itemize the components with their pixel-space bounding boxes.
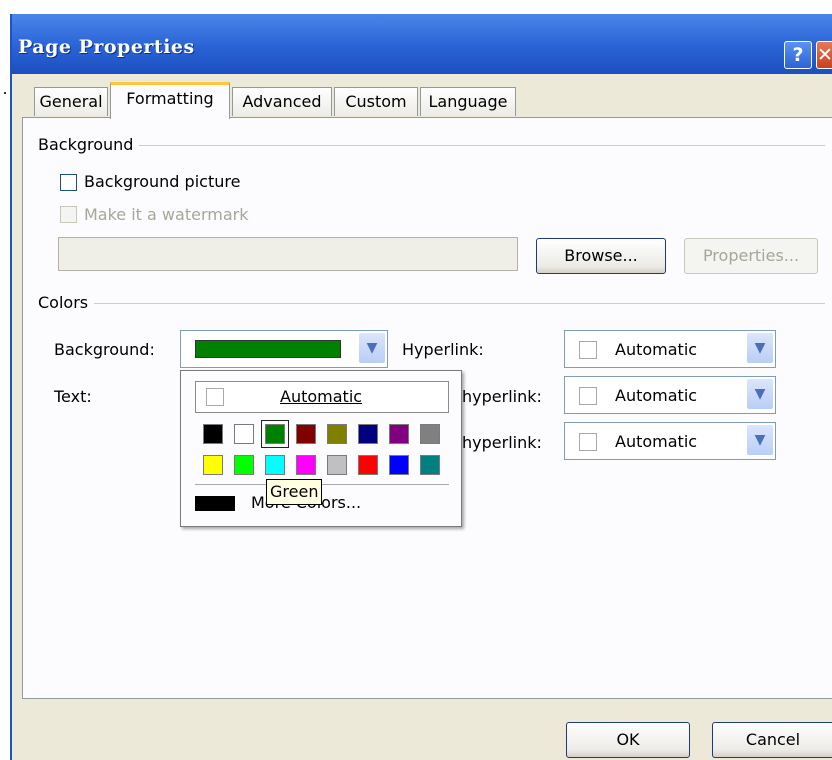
color-swatch bbox=[206, 388, 224, 406]
color-tooltip: Green bbox=[266, 479, 323, 505]
color-swatch[interactable] bbox=[234, 424, 254, 444]
chevron-down-icon[interactable]: ▼ bbox=[359, 333, 385, 363]
background-picture-label: Background picture bbox=[84, 172, 241, 191]
tab-advanced[interactable]: Advanced bbox=[232, 87, 332, 116]
divider bbox=[4, 92, 6, 94]
chevron-down-icon[interactable]: ▼ bbox=[747, 333, 773, 363]
hyperlink-color-label: Hyperlink: bbox=[402, 340, 484, 359]
color-swatch[interactable] bbox=[389, 424, 409, 444]
color-swatch[interactable] bbox=[296, 424, 316, 444]
chevron-down-icon[interactable]: ▼ bbox=[747, 379, 773, 409]
group-divider bbox=[40, 145, 825, 146]
automatic-color-button[interactable]: Automatic bbox=[195, 381, 449, 413]
visited-hyperlink-color-value: Automatic bbox=[615, 386, 698, 405]
properties-button[interactable]: Properties... bbox=[684, 238, 818, 274]
more-colors-swatch bbox=[195, 496, 235, 511]
color-swatch[interactable] bbox=[389, 455, 409, 475]
color-swatch[interactable] bbox=[203, 455, 223, 475]
chevron-down-icon[interactable]: ▼ bbox=[747, 425, 773, 455]
color-swatch bbox=[579, 341, 597, 359]
colors-group-label: Colors bbox=[38, 293, 95, 312]
watermark-checkbox[interactable] bbox=[60, 206, 77, 223]
color-swatch[interactable] bbox=[234, 455, 254, 475]
color-swatch[interactable] bbox=[296, 455, 316, 475]
background-group-label: Background bbox=[38, 135, 140, 154]
tab-custom[interactable]: Custom bbox=[334, 87, 418, 116]
watermark-label: Make it a watermark bbox=[84, 205, 249, 224]
active-hyperlink-color-value: Automatic bbox=[615, 432, 698, 451]
background-picture-path-input[interactable] bbox=[58, 237, 518, 271]
title-bar[interactable]: Page Properties ? ✕ bbox=[12, 14, 832, 74]
background-color-swatch bbox=[195, 340, 341, 358]
visited-hyperlink-color-label: hyperlink: bbox=[462, 387, 542, 406]
browse-button[interactable]: Browse... bbox=[536, 238, 666, 274]
background-color-label: Background: bbox=[54, 340, 155, 359]
tab-language[interactable]: Language bbox=[420, 87, 516, 116]
color-swatch[interactable] bbox=[420, 424, 440, 444]
color-swatch[interactable] bbox=[261, 420, 289, 448]
cancel-button[interactable]: Cancel bbox=[712, 722, 832, 758]
tab-formatting[interactable]: Formatting bbox=[110, 82, 230, 119]
color-swatch[interactable] bbox=[203, 424, 223, 444]
color-swatch bbox=[579, 433, 597, 451]
background-color-dropdown[interactable]: ▼ bbox=[180, 330, 388, 368]
color-swatch bbox=[579, 387, 597, 405]
ok-button[interactable]: OK bbox=[566, 722, 690, 758]
dialog-title: Page Properties bbox=[18, 36, 195, 58]
active-hyperlink-color-dropdown[interactable]: Automatic ▼ bbox=[564, 422, 776, 460]
color-swatch[interactable] bbox=[420, 455, 440, 475]
group-divider bbox=[40, 303, 825, 304]
text-color-label: Text: bbox=[54, 387, 92, 406]
visited-hyperlink-color-dropdown[interactable]: Automatic ▼ bbox=[564, 376, 776, 414]
background-picture-checkbox[interactable] bbox=[60, 174, 77, 191]
color-swatch[interactable] bbox=[358, 455, 378, 475]
color-swatch[interactable] bbox=[265, 455, 285, 475]
active-hyperlink-color-label: hyperlink: bbox=[462, 433, 542, 452]
hyperlink-color-dropdown[interactable]: Automatic ▼ bbox=[564, 330, 776, 368]
automatic-color-label: Automatic bbox=[280, 387, 363, 406]
color-swatch[interactable] bbox=[327, 455, 347, 475]
close-icon[interactable]: ✕ bbox=[816, 41, 832, 69]
color-swatch[interactable] bbox=[327, 424, 347, 444]
color-swatch[interactable] bbox=[358, 424, 378, 444]
tab-general[interactable]: General bbox=[34, 87, 108, 116]
help-icon[interactable]: ? bbox=[784, 41, 812, 69]
hyperlink-color-value: Automatic bbox=[615, 340, 698, 359]
